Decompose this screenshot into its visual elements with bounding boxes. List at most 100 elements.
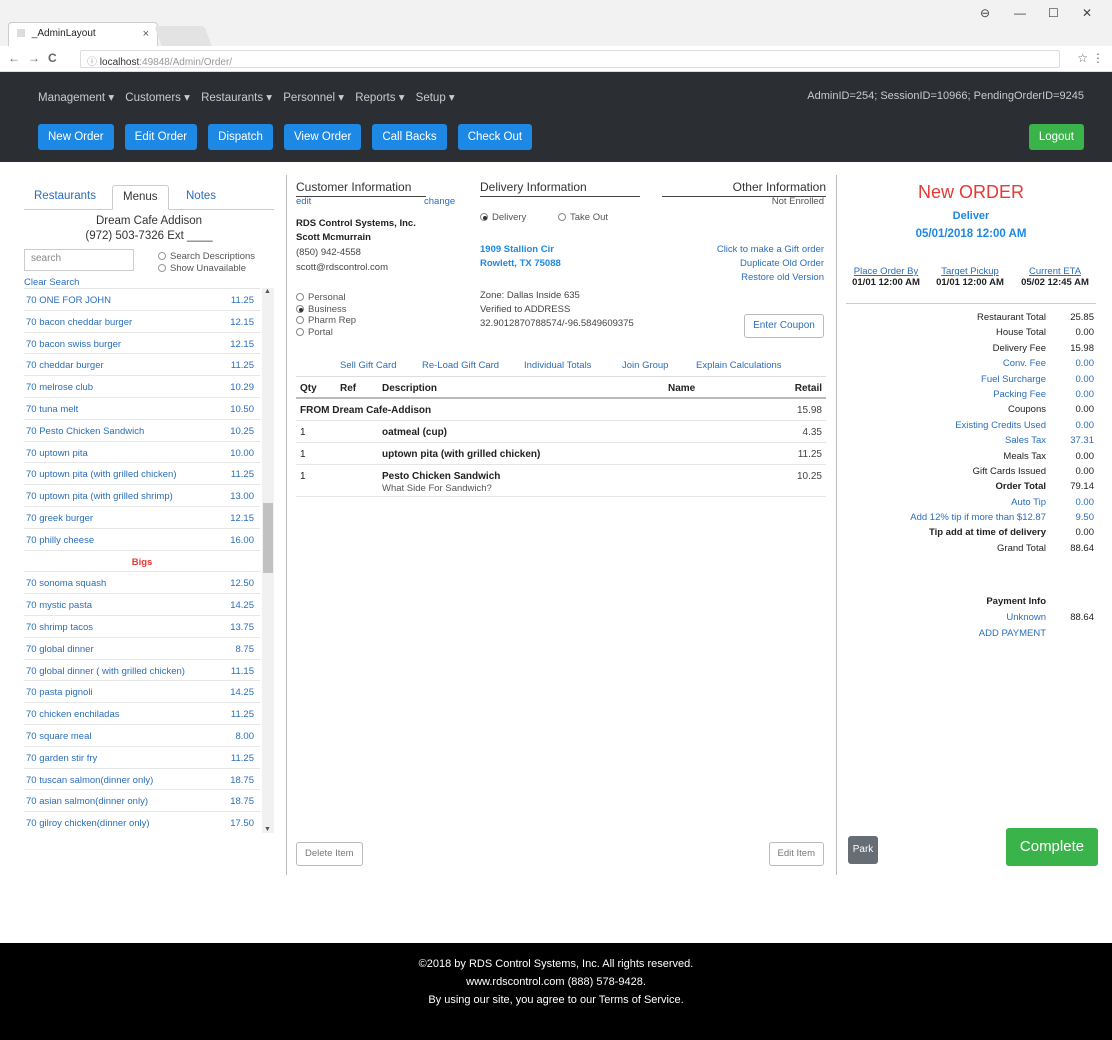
total-row[interactable]: Sales Tax 37.31 [846, 433, 1096, 448]
menu-item[interactable]: 70 tuna melt 10.50 [24, 398, 260, 420]
delivery-option[interactable]: Delivery [480, 212, 526, 223]
menu-item[interactable]: 70 gilroy chicken(dinner only) 17.50 [24, 812, 260, 833]
menu-personnel[interactable]: Personnel ▾ [283, 92, 344, 104]
customer-change-link[interactable]: change [424, 196, 455, 207]
browser-menu-icon[interactable]: ⋮ [1092, 51, 1104, 65]
menu-item[interactable]: 70 tuscan salmon(dinner only) 18.75 [24, 769, 260, 791]
menu-item[interactable]: 70 pasta pignoli 14.25 [24, 681, 260, 704]
menu-item[interactable]: 70 philly cheese 16.00 [24, 529, 260, 551]
menu-restaurants[interactable]: Restaurants ▾ [201, 92, 272, 104]
menu-management[interactable]: Management ▾ [38, 92, 114, 104]
menu-item[interactable]: 70 bacon swiss burger 12.15 [24, 333, 260, 355]
menu-item[interactable]: 70 ONE FOR JOHN 11.25 [24, 289, 260, 311]
show-unavailable-checkbox[interactable]: Show Unavailable [158, 263, 246, 274]
menu-item[interactable]: 70 bacon cheddar burger 12.15 [24, 311, 260, 333]
menu-item[interactable]: 70 uptown pita (with grilled shrimp) 13.0… [24, 485, 260, 507]
tab-restaurants[interactable]: Restaurants [24, 185, 106, 210]
scroll-down-icon[interactable]: ▼ [264, 826, 271, 833]
order-item-row[interactable]: 1 oatmeal (cup) 4.35 [296, 421, 826, 443]
new-order-button[interactable]: New Order [38, 124, 114, 150]
close-tab-icon[interactable]: × [143, 28, 149, 40]
payment-method-link[interactable]: Unknown [1006, 612, 1046, 623]
order-item-row[interactable]: 1 uptown pita (with grilled chicken) 11.25 [296, 443, 826, 465]
delete-item-button[interactable]: Delete Item [296, 842, 363, 866]
menu-item[interactable]: 70 global dinner 8.75 [24, 638, 260, 660]
menu-item[interactable]: 70 mystic pasta 14.25 [24, 594, 260, 616]
join-group-link[interactable]: Join Group [622, 360, 668, 371]
menu-item[interactable]: 70 uptown pita 10.00 [24, 442, 260, 464]
clear-search-link[interactable]: Clear Search [24, 277, 79, 288]
place-order-by-link[interactable]: Place Order By [846, 266, 926, 277]
menu-search-input[interactable]: search [24, 249, 134, 271]
customer-type-option[interactable]: Pharm Rep [296, 315, 356, 327]
scroll-up-icon[interactable]: ▲ [264, 288, 271, 295]
duplicate-order-link[interactable]: Duplicate Old Order [740, 258, 824, 269]
menu-reports[interactable]: Reports ▾ [355, 92, 404, 104]
scroll-thumb[interactable] [263, 503, 273, 573]
view-order-button[interactable]: View Order [283, 124, 362, 150]
menu-item[interactable]: 70 garden stir fry 11.25 [24, 747, 260, 769]
total-row[interactable]: Existing Credits Used 0.00 [846, 418, 1096, 433]
customer-type-option[interactable]: Portal [296, 327, 356, 339]
forward-icon[interactable]: → [28, 51, 40, 65]
menu-item[interactable]: 70 chicken enchiladas 11.25 [24, 703, 260, 725]
menu-item[interactable]: 70 melrose club 10.29 [24, 376, 260, 398]
complete-button[interactable]: Complete [1006, 828, 1098, 866]
edit-item-button[interactable]: Edit Item [768, 842, 824, 866]
search-descriptions-label: Search Descriptions [170, 251, 256, 262]
bookmark-star-icon[interactable]: ☆ [1077, 51, 1088, 65]
menu-item[interactable]: 70 uptown pita (with grilled chicken) 11.… [24, 463, 260, 486]
customer-edit-link[interactable]: edit [296, 196, 311, 207]
total-row[interactable]: Conv. Fee 0.00 [846, 356, 1096, 371]
gift-order-link[interactable]: Click to make a Gift order [717, 244, 824, 255]
customer-type-option[interactable]: Business [296, 304, 356, 316]
dispatch-button[interactable]: Dispatch [208, 124, 273, 150]
reload-gift-card-link[interactable]: Re-Load Gift Card [422, 360, 499, 371]
takeout-option[interactable]: Take Out [558, 212, 608, 223]
current-eta-link[interactable]: Current ETA [1014, 266, 1096, 277]
menu-item[interactable]: 70 global dinner ( with grilled chicken)… [24, 660, 260, 682]
total-row[interactable]: Add 12% tip if more than $12.87 9.50 [846, 510, 1096, 525]
user-icon[interactable]: ⊖ [980, 6, 990, 20]
new-tab-button[interactable] [154, 26, 212, 46]
individual-totals-link[interactable]: Individual Totals [524, 360, 591, 371]
park-button[interactable]: Park [848, 836, 878, 864]
check-out-button[interactable]: Check Out [457, 124, 533, 150]
menu-scrollbar[interactable]: ▲ ▼ [262, 288, 274, 833]
order-item-row[interactable]: 1 Pesto Chicken Sandwich 10.25 What Side Fo… [296, 465, 826, 497]
minimize-icon[interactable]: — [1014, 6, 1026, 20]
menu-item[interactable]: 70 Pesto Chicken Sandwich 10.25 [24, 420, 260, 442]
tab-menus[interactable]: Menus [112, 185, 169, 210]
delivery-address-line2[interactable]: Rowlett, TX 75088 [480, 258, 561, 269]
menu-item[interactable]: 70 greek burger 12.15 [24, 507, 260, 529]
browser-tab[interactable]: _AdminLayout × [8, 22, 158, 46]
menu-item[interactable]: 70 square meal 8.00 [24, 725, 260, 747]
logout-button[interactable]: Logout [1028, 124, 1084, 150]
total-row[interactable]: Fuel Surcharge 0.00 [846, 372, 1096, 387]
target-pickup-link[interactable]: Target Pickup [930, 266, 1010, 277]
edit-order-button[interactable]: Edit Order [124, 124, 198, 150]
explain-calculations-link[interactable]: Explain Calculations [696, 360, 782, 371]
window-close-icon[interactable]: ✕ [1082, 6, 1092, 20]
tab-notes[interactable]: Notes [176, 185, 226, 210]
back-icon[interactable]: ← [8, 51, 20, 65]
menu-item[interactable]: 70 sonoma squash 12.50 [24, 572, 260, 595]
restore-version-link[interactable]: Restore old Version [741, 272, 824, 283]
total-row[interactable]: Auto Tip 0.00 [846, 495, 1096, 510]
sell-gift-card-link[interactable]: Sell Gift Card [340, 360, 397, 371]
menu-customers[interactable]: Customers ▾ [125, 92, 190, 104]
enter-coupon-button[interactable]: Enter Coupon [744, 314, 824, 338]
maximize-icon[interactable]: ☐ [1048, 6, 1059, 20]
menu-item[interactable]: 70 cheddar burger 11.25 [24, 354, 260, 377]
search-descriptions-checkbox[interactable]: Search Descriptions [158, 251, 255, 262]
menu-item[interactable]: 70 shrimp tacos 13.75 [24, 616, 260, 638]
menu-setup[interactable]: Setup ▾ [416, 92, 455, 104]
url-input[interactable]: ⓘ localhost:49848/Admin/Order/ [80, 50, 1060, 68]
menu-item[interactable]: 70 asian salmon(dinner only) 18.75 [24, 790, 260, 813]
add-payment-link[interactable]: ADD PAYMENT [979, 628, 1046, 639]
delivery-address-line1[interactable]: 1909 Stallion Cir [480, 244, 554, 255]
total-row[interactable]: Packing Fee 0.00 [846, 387, 1096, 402]
call-backs-button[interactable]: Call Backs [372, 124, 447, 150]
customer-type-option[interactable]: Personal [296, 292, 356, 304]
reload-icon[interactable]: C [48, 51, 57, 65]
